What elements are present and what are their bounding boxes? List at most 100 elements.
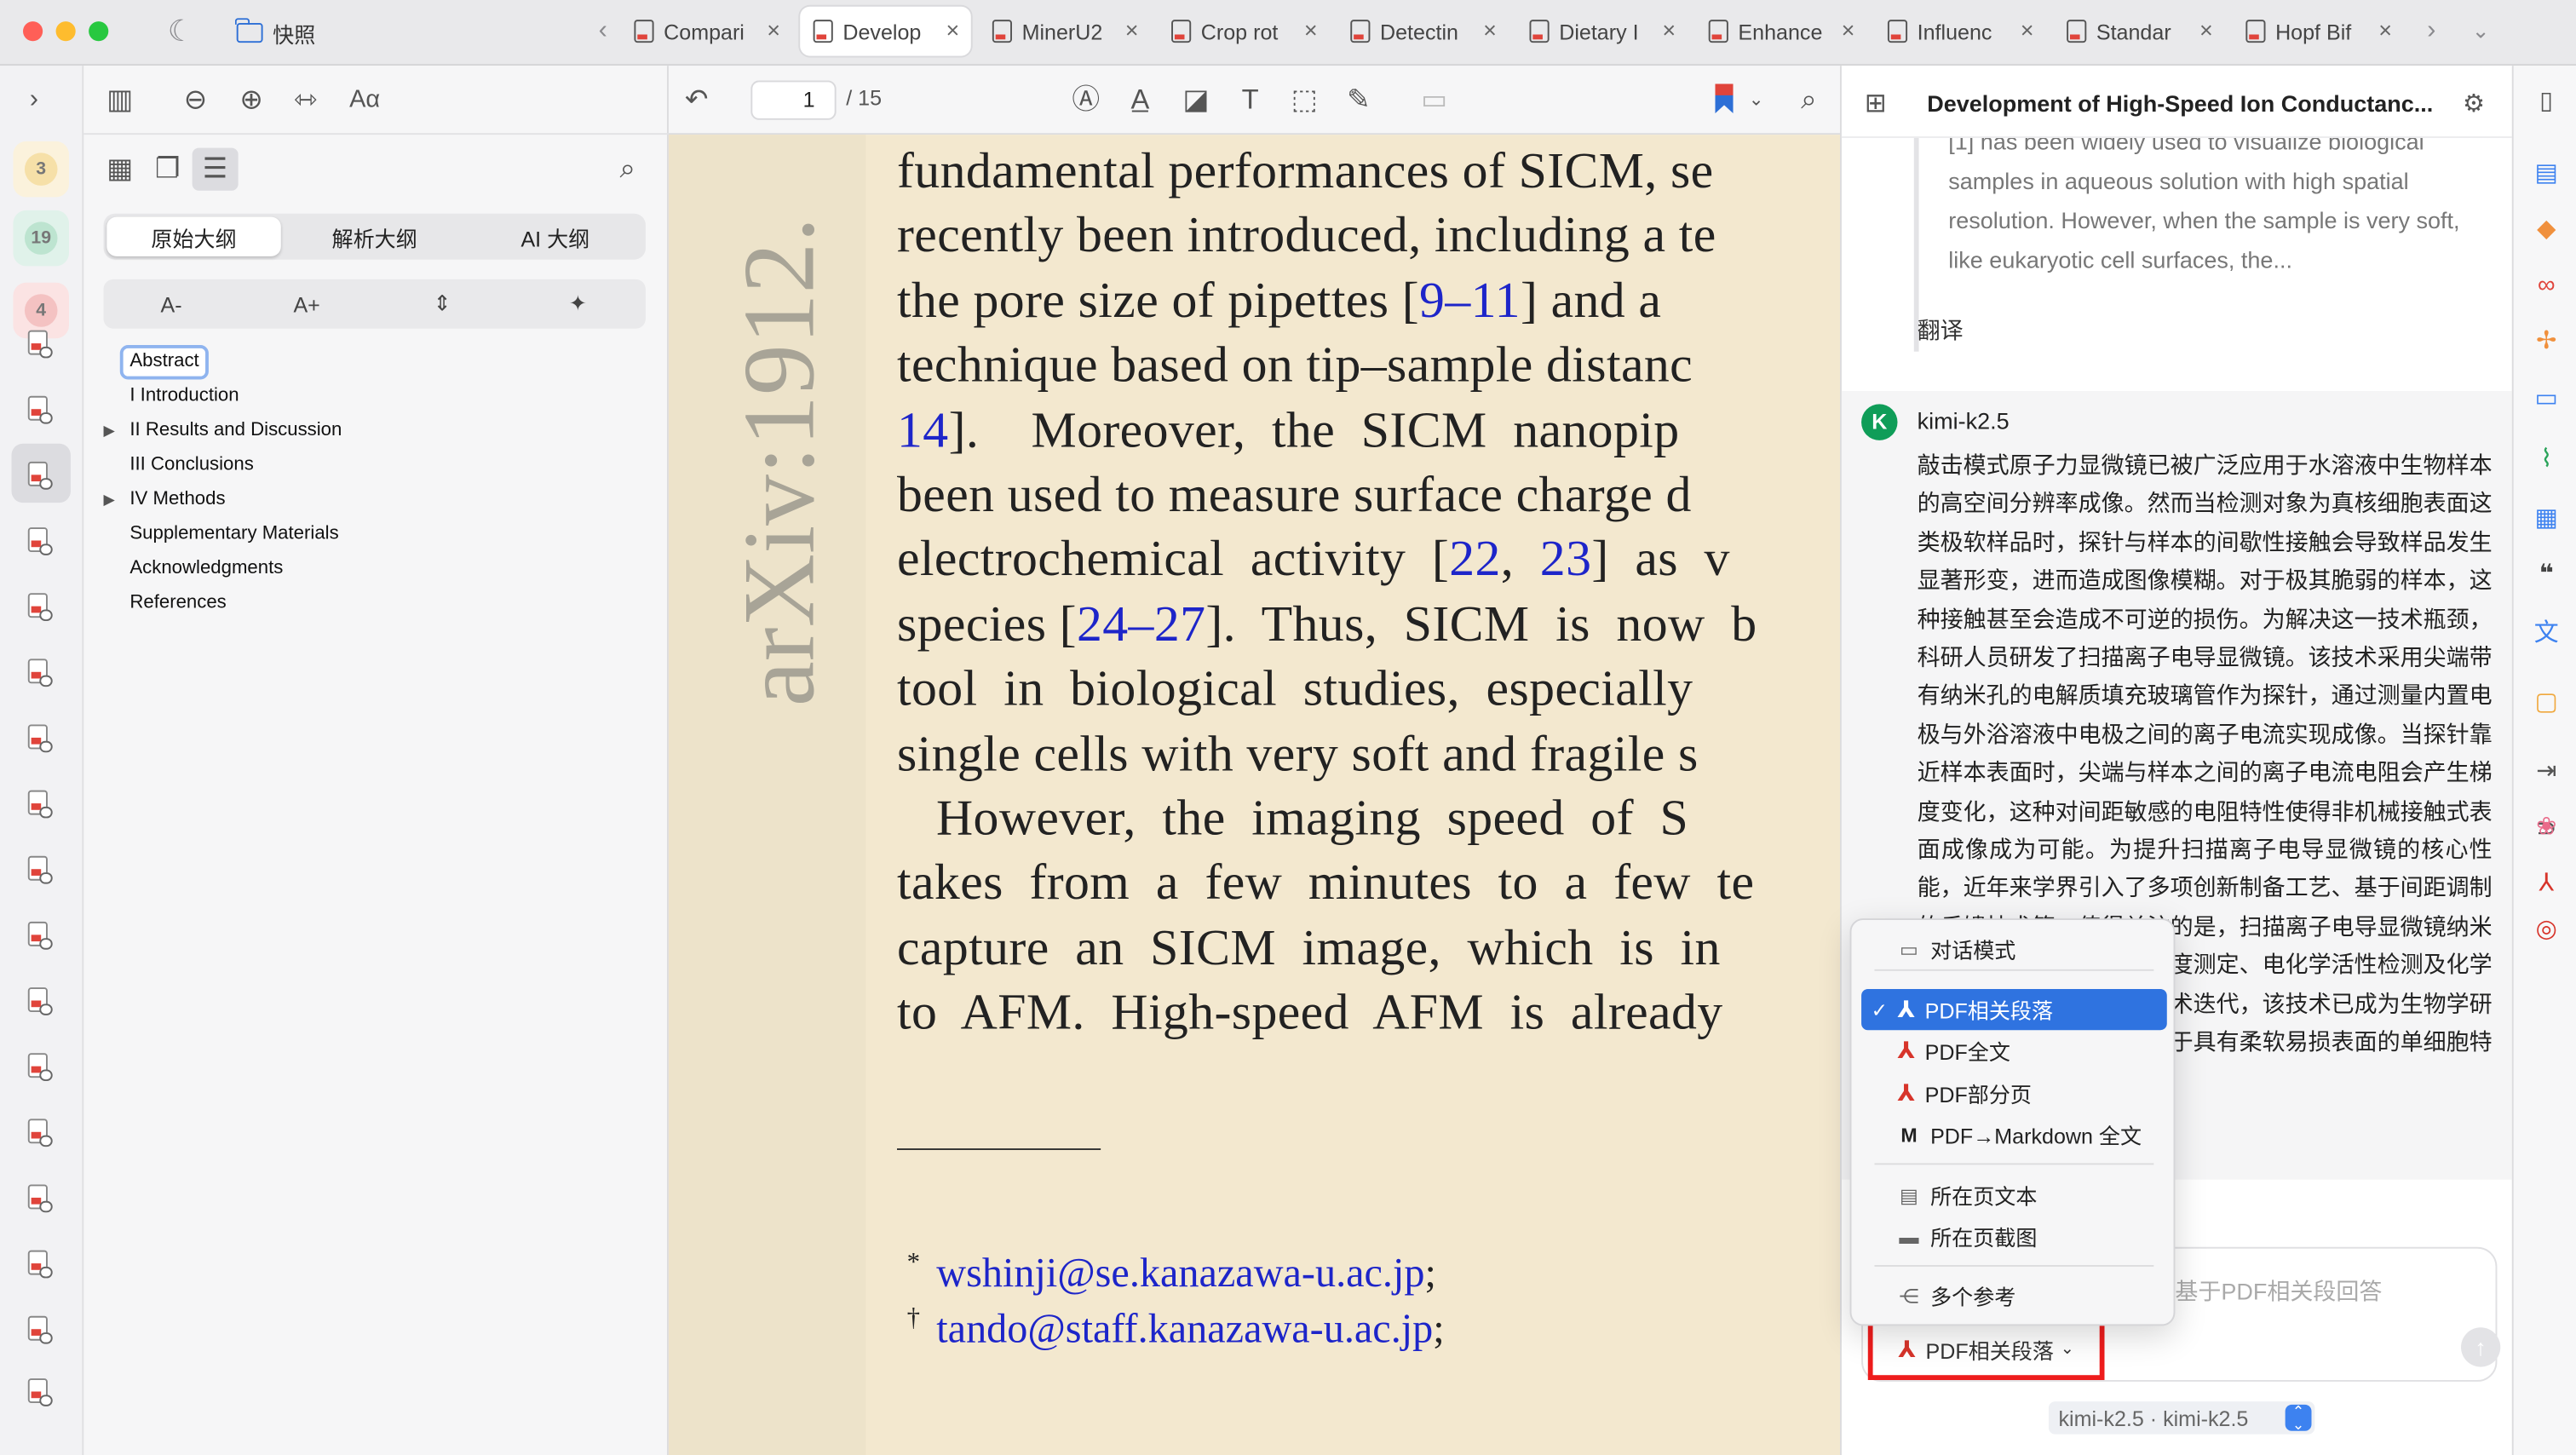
- expand-arrow-icon[interactable]: ▶: [103, 414, 114, 449]
- page-number-input[interactable]: 1: [750, 80, 837, 120]
- bookmark-chevron-down-icon[interactable]: ⌄: [1736, 82, 1775, 118]
- menu-item[interactable]: ▬ 所在页截图: [1861, 1216, 2167, 1257]
- tab-list-chevron-down-icon[interactable]: ⌄: [2464, 13, 2498, 49]
- tab-document[interactable]: MinerU2 ×: [979, 7, 1150, 56]
- tab-ai-outline[interactable]: AI 大纲: [469, 217, 642, 256]
- outline-item[interactable]: III Conclusions: [103, 448, 645, 482]
- linked-pdf-icon[interactable]: [27, 395, 55, 426]
- zoom-window-button[interactable]: [89, 21, 109, 42]
- color-picker-icon[interactable]: ▭: [1414, 82, 1453, 118]
- new-chat-icon[interactable]: ⊞: [1865, 87, 1887, 120]
- text-box-icon[interactable]: Ⓐ: [1067, 82, 1106, 118]
- citation-link[interactable]: 9–11: [1419, 271, 1521, 328]
- acrobat-icon[interactable]: ⅄: [2530, 867, 2563, 900]
- linked-pdf-icon[interactable]: [27, 921, 55, 952]
- linked-pdf-icon[interactable]: [27, 330, 55, 360]
- fit-width-icon[interactable]: ⇿: [289, 83, 322, 117]
- close-window-button[interactable]: [22, 21, 43, 42]
- menu-item[interactable]: ✓ ⅄ PDF相关段落: [1861, 988, 2167, 1031]
- tab-document[interactable]: Dietary I ×: [1516, 7, 1688, 56]
- linked-pdf-icon[interactable]: [27, 658, 55, 688]
- menu-item[interactable]: ⋲ 多个参考: [1861, 1275, 2167, 1316]
- sync-icon[interactable]: ◎: [2530, 913, 2563, 946]
- thumbnail-grid-icon[interactable]: ▦: [103, 152, 136, 186]
- tab-document[interactable]: Develop ×: [800, 6, 971, 56]
- ai-sparkle-icon[interactable]: ✦: [510, 279, 646, 329]
- bookmark-icon[interactable]: [1715, 83, 1734, 114]
- tab-document[interactable]: Compari ×: [621, 7, 792, 56]
- tab-original-outline[interactable]: 原始大纲: [106, 216, 281, 256]
- search-icon[interactable]: ⌕: [1789, 82, 1828, 118]
- linked-pdf-icon[interactable]: [27, 1119, 55, 1148]
- panel-toggle-icon[interactable]: ▯: [2530, 85, 2563, 118]
- tab-close-icon[interactable]: ×: [1304, 16, 1318, 43]
- tab-document[interactable]: Enhance ×: [1695, 7, 1866, 56]
- rail-badge-group[interactable]: 19: [13, 210, 69, 267]
- linked-pdf-icon[interactable]: [27, 790, 55, 820]
- export-icon[interactable]: ⇥: [2530, 756, 2563, 789]
- linked-pdf-icon[interactable]: [27, 1184, 55, 1214]
- tab-close-icon[interactable]: ×: [2378, 16, 2392, 43]
- outline-item[interactable]: Acknowledgments: [103, 552, 645, 587]
- linked-pdf-icon[interactable]: [27, 1315, 55, 1346]
- citation-link[interactable]: 23: [1540, 530, 1592, 588]
- outline-item[interactable]: Abstract: [103, 344, 645, 380]
- linked-pdf-icon[interactable]: [27, 855, 55, 886]
- citation-link[interactable]: 14: [897, 400, 949, 457]
- menu-item[interactable]: ⅄ PDF部分页: [1861, 1073, 2167, 1113]
- linked-pdf-icon[interactable]: [27, 1378, 55, 1408]
- email-link[interactable]: wshinji@se.kanazawa-u.ac.jp: [936, 1252, 1424, 1297]
- decrease-font-button[interactable]: A-: [103, 279, 239, 329]
- tab-document[interactable]: Detectin ×: [1337, 7, 1509, 56]
- tab-document[interactable]: Hopf Bif ×: [2233, 7, 2404, 56]
- linked-pdf-icon[interactable]: [27, 461, 55, 492]
- petal-icon[interactable]: ❀: [2530, 812, 2563, 845]
- area-select-icon[interactable]: ⬚: [1285, 82, 1324, 118]
- tab-close-icon[interactable]: ×: [1483, 16, 1497, 43]
- text-highlight-icon[interactable]: A̲: [1120, 82, 1159, 118]
- expand-rail-chevron-icon[interactable]: ›: [30, 85, 38, 115]
- outline-item[interactable]: References: [103, 586, 645, 620]
- link-icon[interactable]: ∞: [2530, 269, 2563, 302]
- menu-item[interactable]: ▤ 所在页文本: [1861, 1175, 2167, 1216]
- tab-document[interactable]: Crop rot ×: [1159, 7, 1330, 56]
- minimize-window-button[interactable]: [55, 21, 76, 42]
- outline-item[interactable]: ▶ II Results and Discussion: [103, 414, 645, 449]
- outline-list-icon[interactable]: ☰: [192, 147, 239, 191]
- note-shape-icon[interactable]: ◪: [1176, 82, 1216, 118]
- sidebar-toggle-icon[interactable]: ▥: [103, 83, 136, 117]
- tab-close-icon[interactable]: ×: [2199, 16, 2213, 43]
- tab-scroll-right-icon[interactable]: ›: [2415, 13, 2448, 49]
- undo-icon[interactable]: ↶: [677, 82, 716, 118]
- model-selector[interactable]: kimi-k2.5 · kimi-k2.5 ⌃ ⌄: [2048, 1401, 2315, 1435]
- zoom-out-icon[interactable]: ⊖: [179, 83, 212, 117]
- expand-collapse-icon[interactable]: ⇕: [375, 279, 510, 329]
- linked-pdf-icon[interactable]: [27, 593, 55, 623]
- outline-item[interactable]: ▶ IV Methods: [103, 483, 645, 518]
- tab-close-icon[interactable]: ×: [1842, 16, 1855, 43]
- doc-info-icon[interactable]: ▤: [2530, 158, 2563, 191]
- expand-arrow-icon[interactable]: ▶: [103, 483, 114, 518]
- dark-mode-icon[interactable]: ☾: [168, 13, 204, 49]
- citation-link[interactable]: 22: [1449, 530, 1501, 588]
- tab-parsed-outline[interactable]: 解析大纲: [287, 217, 461, 256]
- linked-pdf-icon[interactable]: [27, 987, 55, 1017]
- settings-sliders-icon[interactable]: ⚙: [2463, 89, 2485, 118]
- menu-item[interactable]: ▭ 对话模式: [1861, 929, 2167, 969]
- snapshot-folder[interactable]: 快照: [235, 16, 315, 49]
- outline-item[interactable]: Supplementary Materials: [103, 517, 645, 551]
- signature-icon[interactable]: ✎: [1339, 82, 1378, 118]
- menu-item[interactable]: M PDF→Markdown 全文: [1861, 1114, 2167, 1155]
- increase-font-button[interactable]: A+: [239, 279, 375, 329]
- menu-item[interactable]: ⅄ PDF全文: [1861, 1030, 2167, 1071]
- outline-search-icon[interactable]: ⌕: [611, 152, 644, 186]
- tab-close-icon[interactable]: ×: [2021, 16, 2034, 43]
- zoom-in-icon[interactable]: ⊕: [235, 83, 268, 117]
- rail-badge-group[interactable]: 3: [13, 141, 69, 198]
- citation-link[interactable]: 24–27: [1077, 595, 1205, 652]
- linked-pdf-icon[interactable]: [27, 1053, 55, 1083]
- send-arrow-icon[interactable]: ↑: [2460, 1327, 2501, 1367]
- tab-document[interactable]: Standar ×: [2054, 7, 2225, 56]
- tab-document[interactable]: Influenc ×: [1874, 7, 2045, 56]
- linked-pdf-icon[interactable]: [27, 1250, 55, 1280]
